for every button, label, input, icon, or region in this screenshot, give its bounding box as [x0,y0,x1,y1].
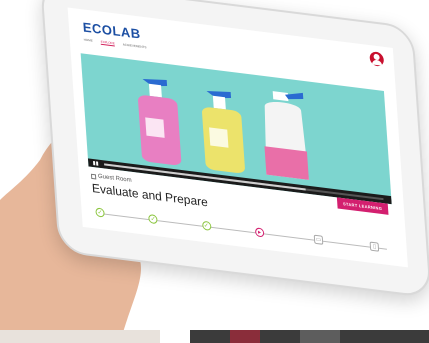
photo-scene: ECOLAB Home Explore Achievements [0,0,429,343]
lesson-title: Evaluate and Prepare [91,180,209,210]
white-pump-sprayer [264,91,309,180]
bottom-image-strip [0,330,429,343]
nav-item-home[interactable]: Home [84,38,93,44]
step-1-check-icon[interactable]: ✓ [95,207,105,218]
nav-item-achievements[interactable]: Achievements [123,42,147,50]
tablet-screen: ECOLAB Home Explore Achievements [67,7,408,268]
lesson-steps: ✓ ✓ ✓ ▸ ▭ ▯ [95,205,391,256]
step-2-check-icon[interactable]: ✓ [148,214,158,225]
step-3-check-icon[interactable]: ✓ [201,220,212,231]
category-checkbox-icon [90,173,97,179]
pink-spray-bottle [138,78,182,166]
yellow-spray-bottle [201,90,245,173]
steps-track [99,212,387,250]
user-avatar-icon[interactable] [369,51,385,67]
pause-icon[interactable] [92,161,98,166]
nav-item-explore[interactable]: Explore [100,39,115,47]
step-4-play-icon[interactable]: ▸ [254,227,265,238]
tablet: ECOLAB Home Explore Achievements [40,0,429,299]
step-6-lesson-icon[interactable]: ▯ [369,241,380,252]
step-5-lesson-icon[interactable]: ▭ [313,234,324,245]
